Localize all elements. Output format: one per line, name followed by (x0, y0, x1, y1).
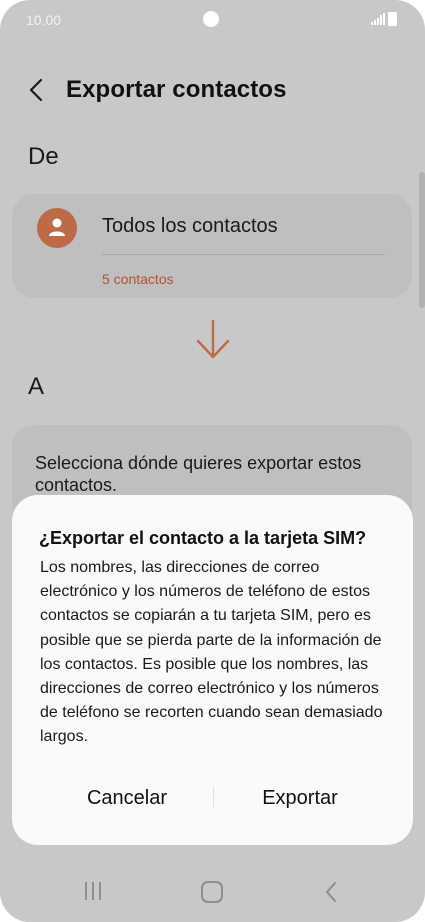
dialog-title: ¿Exportar el contacto a la tarjeta SIM? (39, 528, 367, 548)
signal-icon (371, 13, 385, 25)
export-button[interactable]: Exportar (215, 780, 385, 816)
from-label: De (28, 143, 59, 170)
button-divider (213, 787, 214, 807)
contact-count: 5 contactos (102, 271, 174, 287)
person-icon (37, 208, 77, 248)
page-title: Exportar contactos (66, 76, 287, 103)
source-name: Todos los contactos (102, 215, 278, 237)
divider (102, 254, 385, 255)
destination-prompt: Selecciona dónde quieres exportar estos … (35, 453, 362, 495)
arrow-down-icon (196, 319, 230, 359)
camera-cutout (203, 11, 219, 27)
status-icons (371, 12, 401, 26)
nav-back-icon[interactable] (323, 880, 339, 904)
status-bar: 10.00 (0, 0, 425, 40)
back-arrow-icon[interactable] (26, 77, 48, 103)
dialog-message: Los nombres, las direcciones de correo e… (40, 559, 383, 746)
status-time: 10.00 (26, 12, 62, 28)
home-icon[interactable] (201, 881, 223, 903)
source-card[interactable]: Todos los contactos 5 contactos (12, 194, 412, 298)
export-sim-dialog: ¿Exportar el contacto a la tarjeta SIM? … (12, 495, 413, 845)
navigation-bar (0, 862, 425, 922)
battery-icon (388, 12, 397, 26)
scrollbar[interactable] (419, 172, 425, 308)
cancel-button[interactable]: Cancelar (42, 780, 212, 816)
phone-screen: 10.00 Exportar contactos De Todos los co… (0, 0, 425, 922)
to-label: A (28, 373, 45, 400)
app-header: Exportar contactos (0, 68, 425, 112)
recents-icon[interactable] (83, 880, 103, 902)
